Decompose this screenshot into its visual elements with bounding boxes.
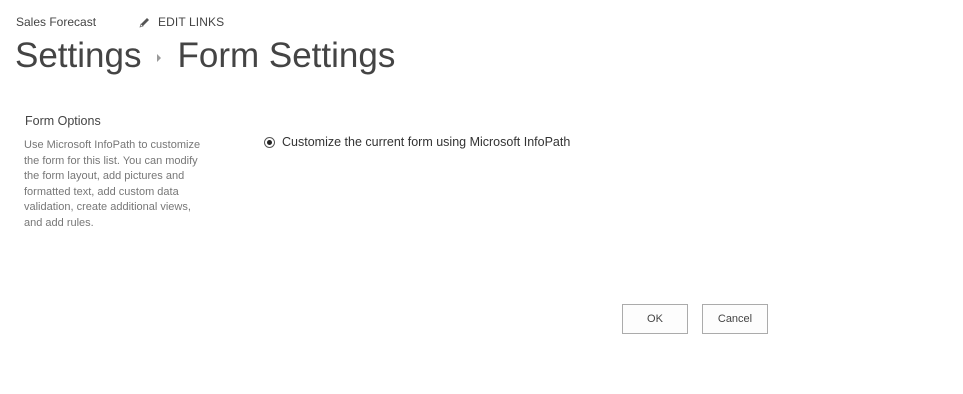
cancel-button[interactable]: Cancel: [702, 304, 768, 334]
triangle-right-icon: [157, 54, 162, 62]
section-description: Use Microsoft InfoPath to customize the …: [24, 139, 201, 229]
ok-button[interactable]: OK: [622, 304, 688, 334]
top-bar: Sales Forecast EDIT LINKS: [16, 13, 224, 31]
customize-infopath-option[interactable]: Customize the current form using Microso…: [264, 135, 570, 149]
edit-links-label: EDIT LINKS: [158, 15, 225, 29]
radio-selected-dot: [267, 139, 272, 145]
customize-infopath-label[interactable]: Customize the current form using Microso…: [282, 135, 570, 149]
edit-links-button[interactable]: EDIT LINKS: [138, 15, 224, 29]
page-title: Settings Form Settings: [15, 34, 395, 78]
site-name-link[interactable]: Sales Forecast: [16, 15, 96, 29]
pencil-icon: [139, 17, 150, 27]
section-heading-form-options: Form Options: [25, 114, 101, 128]
breadcrumb-current: Form Settings: [177, 36, 396, 75]
breadcrumb-settings-link[interactable]: Settings: [15, 34, 141, 78]
customize-infopath-radio[interactable]: [264, 136, 275, 148]
